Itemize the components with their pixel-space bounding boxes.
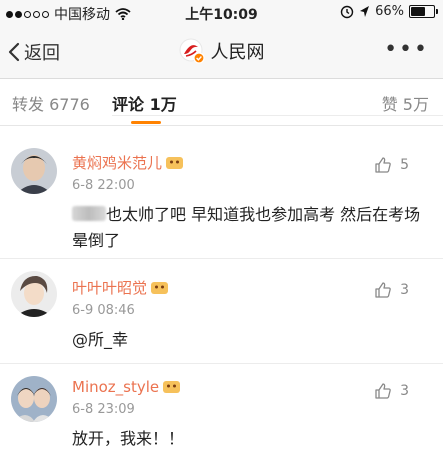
battery-percent: 66%	[375, 4, 404, 19]
avatar[interactable]	[11, 376, 57, 422]
avatar[interactable]	[11, 271, 57, 317]
like-button[interactable]: 3	[374, 281, 409, 299]
comment-item[interactable]: Minoz_style 6-8 23:09 3 放开，我来！！	[0, 364, 443, 462]
comment-text: 也太帅了吧 早知道我也参加高考 然后在考场晕倒了	[72, 202, 423, 254]
thumb-up-icon	[375, 282, 391, 298]
battery-icon	[409, 5, 438, 18]
people-daily-logo-icon	[179, 38, 205, 64]
comment-username[interactable]: 叶叶叶昭觉	[72, 277, 169, 298]
username-text: 黄焖鸡米范儿	[72, 154, 163, 172]
status-bar: 中国移动 上午10:09 66%	[0, 0, 443, 26]
comment-text: @所_幸	[72, 330, 129, 349]
comment-time: 6-9 08:46	[72, 303, 135, 318]
vip-badge-icon	[163, 381, 181, 393]
comment-time: 6-8 22:00	[72, 178, 135, 193]
comment-item[interactable]: 叶叶叶昭觉 6-9 08:46 3 @所_幸	[0, 259, 443, 364]
like-button[interactable]: 5	[374, 156, 409, 174]
comment-text: 放开，我来！！	[72, 429, 185, 448]
username-text: 叶叶叶昭觉	[72, 279, 148, 297]
tab-bar: 转发 6776 评论 1万 赞 5万	[0, 79, 443, 126]
like-button[interactable]: 3	[374, 382, 409, 400]
avatar[interactable]	[11, 148, 57, 194]
more-dots-icon[interactable]: •••	[384, 39, 429, 61]
tab-repost[interactable]: 转发 6776	[12, 91, 90, 115]
battery-fill	[411, 7, 425, 16]
like-count: 5	[400, 157, 409, 173]
vip-badge-icon	[166, 156, 184, 169]
redacted-mention	[72, 206, 106, 221]
screen: 中国移动 上午10:09 66% 返回 人民网 ••• 转发 6776 评论 1…	[0, 0, 443, 462]
nav-title-text: 人民网	[210, 42, 265, 63]
nav-bar: 返回 人民网 •••	[0, 26, 443, 79]
tab-like[interactable]: 赞 5万	[382, 91, 429, 115]
comment-username[interactable]: Minoz_style	[72, 378, 181, 396]
location-icon	[360, 6, 370, 17]
username-text: Minoz_style	[72, 378, 160, 396]
like-count: 3	[400, 383, 409, 399]
status-right: 66%	[340, 4, 438, 19]
alarm-icon	[340, 5, 354, 18]
comment-text-body: 也太帅了吧 早知道我也参加高考 然后在考场晕倒了	[72, 205, 421, 250]
thumb-up-icon	[375, 157, 391, 173]
like-count: 3	[400, 282, 409, 298]
verified-badge-icon	[192, 52, 205, 64]
comment-username[interactable]: 黄焖鸡米范儿	[72, 152, 184, 173]
comment-time: 6-8 23:09	[72, 402, 135, 417]
tab-indicator	[131, 121, 161, 124]
vip-badge-icon	[151, 281, 169, 294]
nav-title[interactable]: 人民网	[0, 38, 443, 64]
thumb-up-icon	[375, 383, 391, 399]
comment-item[interactable]: 黄焖鸡米范儿 6-8 22:00 5 也太帅了吧 早知道我也参加高考 然后在考场…	[0, 126, 443, 259]
